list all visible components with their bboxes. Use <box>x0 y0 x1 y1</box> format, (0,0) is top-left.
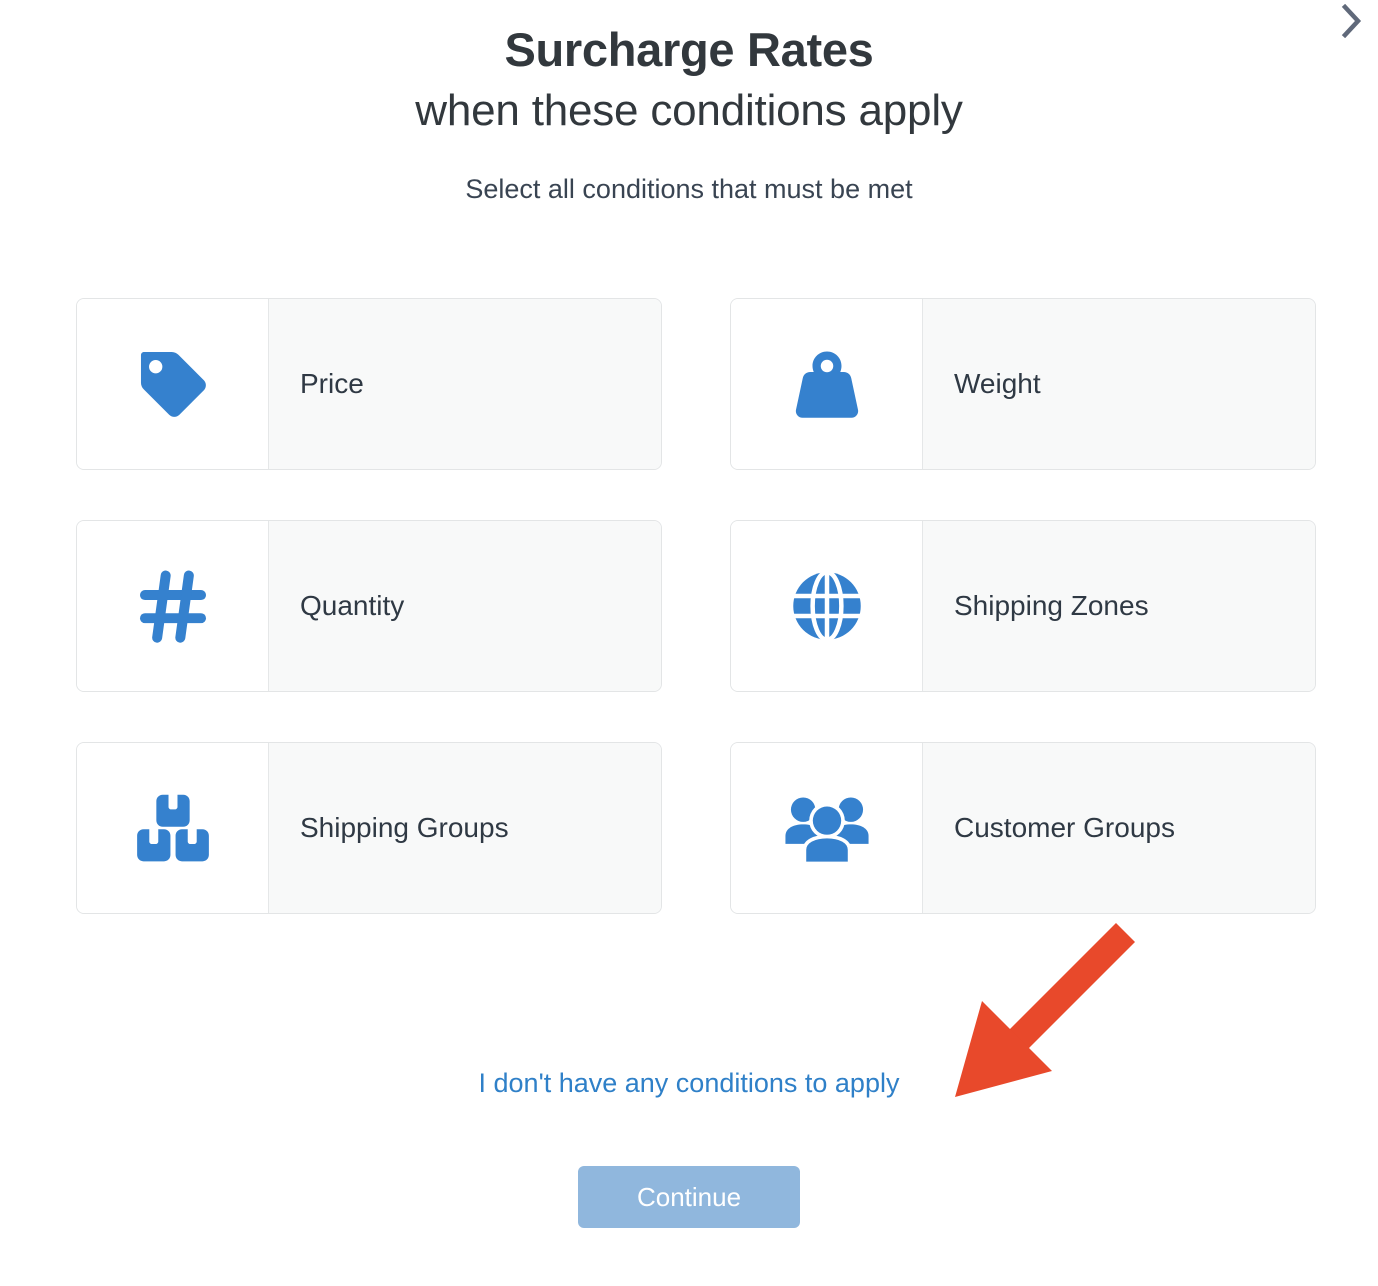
option-icon-cell <box>77 743 269 913</box>
option-label: Shipping Groups <box>300 812 509 844</box>
people-group-icon <box>783 788 871 868</box>
skip-link-container: I don't have any conditions to apply <box>0 1068 1378 1099</box>
option-label: Weight <box>954 368 1041 400</box>
hashtag-icon <box>134 567 212 645</box>
page-title: Surcharge Rates <box>504 23 874 76</box>
option-label-cell: Customer Groups <box>923 743 1315 913</box>
option-card-quantity[interactable]: Quantity <box>76 520 662 692</box>
option-label: Customer Groups <box>954 812 1175 844</box>
option-label: Quantity <box>300 590 405 622</box>
option-label-cell: Quantity <box>269 521 661 691</box>
option-card-shipping-zones[interactable]: Shipping Zones <box>730 520 1316 692</box>
option-card-price[interactable]: Price <box>76 298 662 470</box>
page-subtitle: Select all conditions that must be met <box>465 173 913 204</box>
option-label: Shipping Zones <box>954 590 1149 622</box>
option-card-shipping-groups[interactable]: Shipping Groups <box>76 742 662 914</box>
option-icon-cell <box>77 299 269 469</box>
price-tag-icon <box>132 343 214 425</box>
condition-options-grid: Price Weight Quantity Shipping Zones Shi… <box>76 298 1316 914</box>
continue-button[interactable]: Continue <box>578 1166 800 1228</box>
option-label-cell: Shipping Zones <box>923 521 1315 691</box>
option-label-cell: Shipping Groups <box>269 743 661 913</box>
option-icon-cell <box>731 299 923 469</box>
boxes-icon <box>132 787 214 869</box>
globe-icon <box>787 566 867 646</box>
option-icon-cell <box>731 521 923 691</box>
no-conditions-link[interactable]: I don't have any conditions to apply <box>479 1068 900 1098</box>
option-card-customer-groups[interactable]: Customer Groups <box>730 742 1316 914</box>
option-icon-cell <box>731 743 923 913</box>
option-label: Price <box>300 368 364 400</box>
option-card-weight[interactable]: Weight <box>730 298 1316 470</box>
page-header: Surcharge Rates when these conditions ap… <box>0 23 1378 205</box>
option-icon-cell <box>77 521 269 691</box>
weight-icon <box>787 344 867 424</box>
page-title-line2: when these conditions apply <box>415 85 963 135</box>
option-label-cell: Price <box>269 299 661 469</box>
option-label-cell: Weight <box>923 299 1315 469</box>
footer-actions: Continue <box>0 1166 1378 1228</box>
